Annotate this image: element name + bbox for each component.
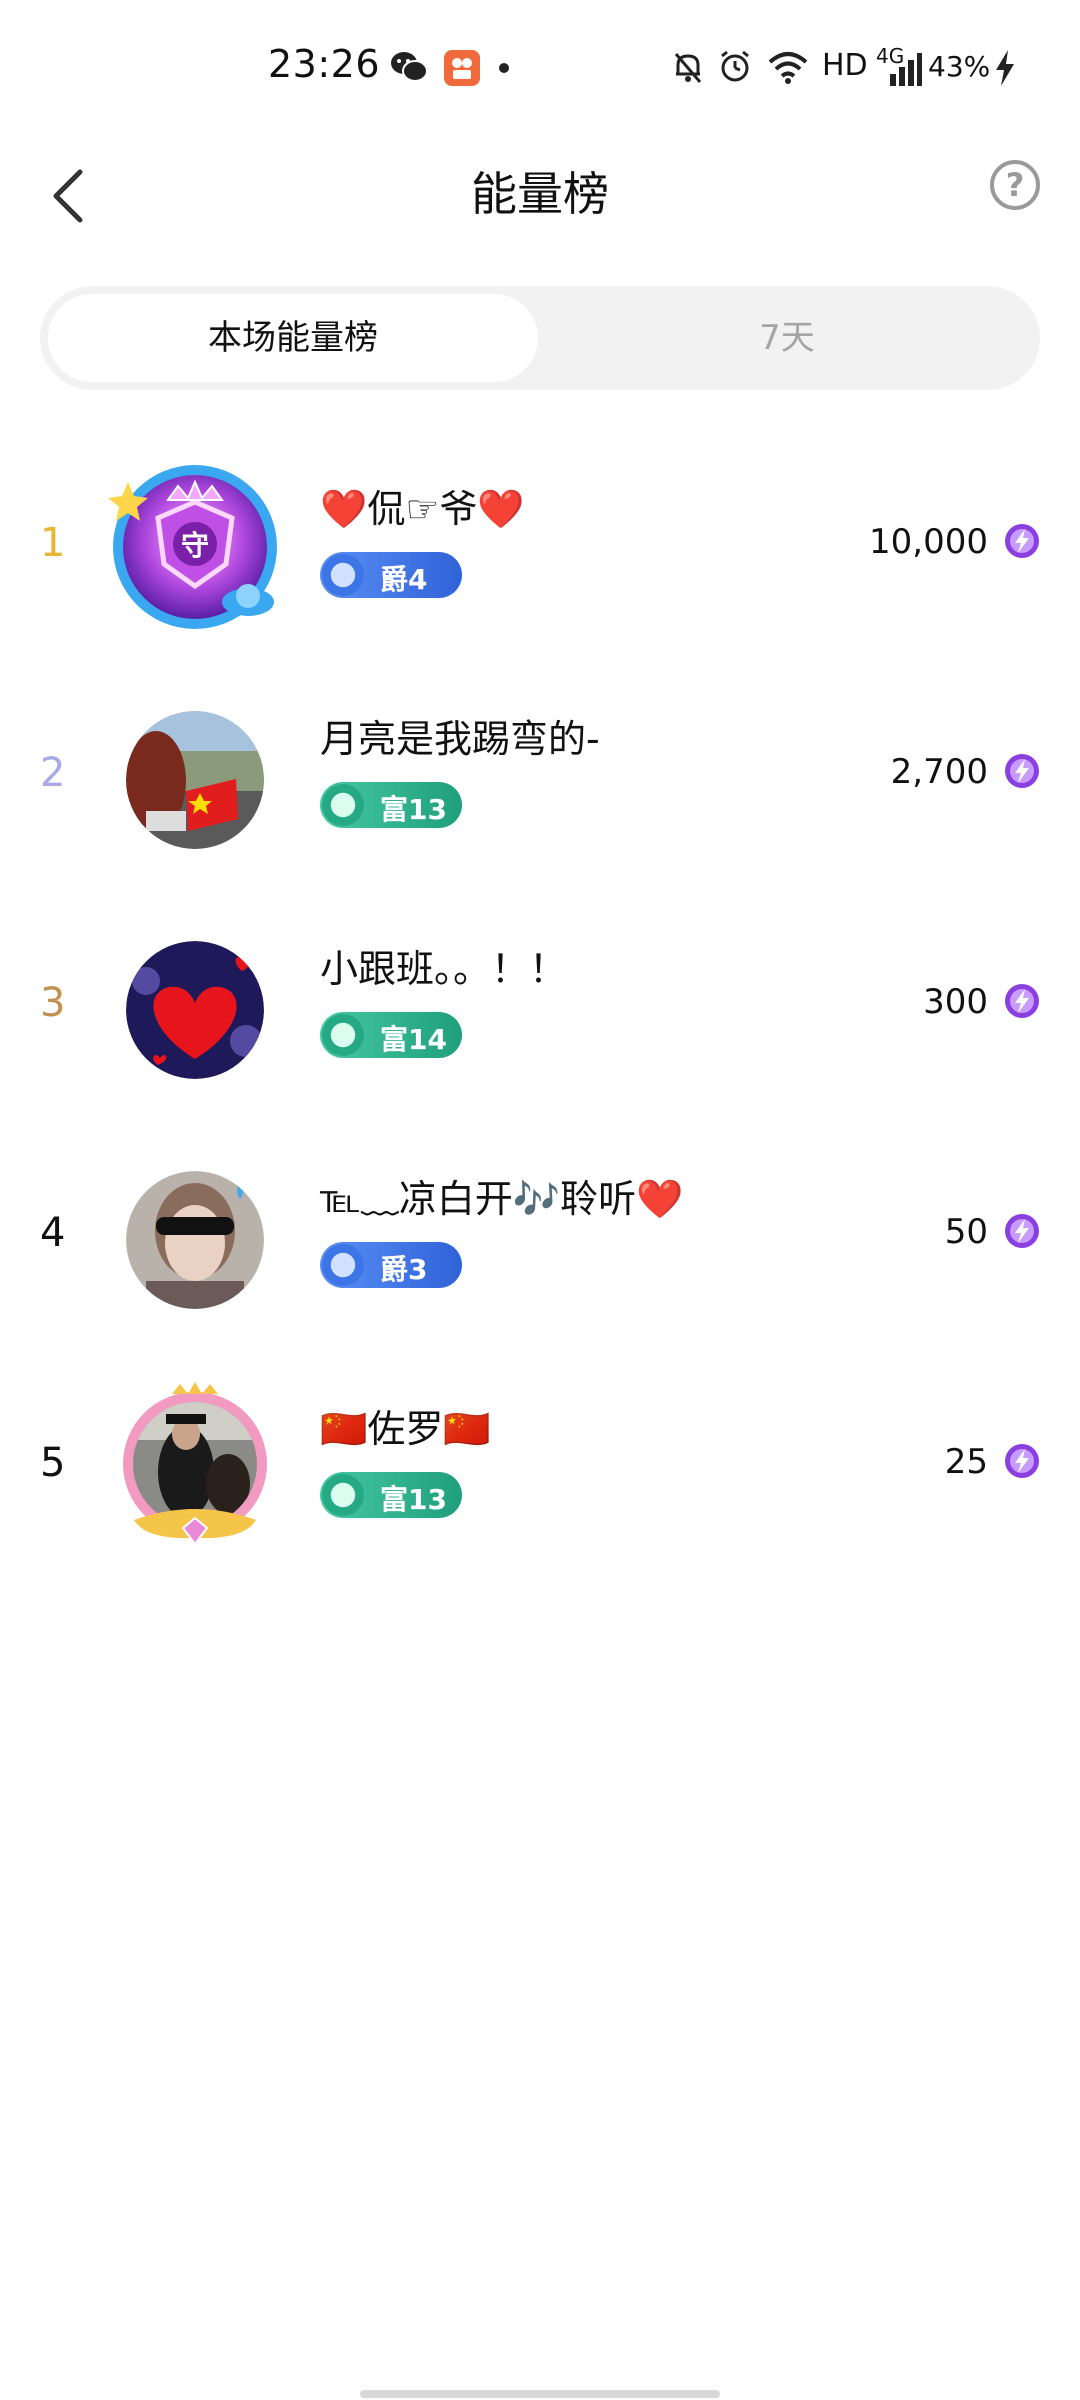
energy-score: 50: [944, 1212, 988, 1252]
app-notification-icon: [444, 50, 480, 86]
avatar[interactable]: [120, 935, 270, 1085]
tab-current-session[interactable]: 本场能量榜: [48, 294, 538, 382]
avatar[interactable]: [114, 1380, 276, 1552]
home-indicator[interactable]: [360, 2390, 720, 2398]
energy-score: 25: [944, 1442, 988, 1482]
energy-bolt-icon: [1005, 1444, 1039, 1478]
user-name: 小跟班。。！！: [320, 947, 568, 991]
network-label: HD: [822, 48, 868, 83]
energy-score: 300: [923, 982, 988, 1022]
ranking-row[interactable]: 5 🇨🇳佐罗🇨🇳 富13 25: [0, 1350, 1080, 1580]
signal-bars-icon: [890, 53, 922, 86]
badge-label: 爵3: [380, 1253, 428, 1286]
alarm-icon: [721, 50, 749, 82]
diamond-icon: [322, 554, 364, 596]
energy-score: 2,700: [890, 752, 988, 792]
user-photo-avatar: [126, 1171, 264, 1309]
header: 能量榜 ?: [0, 140, 1080, 250]
user-name: 月亮是我踢弯的-: [320, 717, 600, 761]
status-bar: 23:26 HD 4G 43%: [0, 0, 1080, 140]
charging-icon: [996, 50, 1014, 86]
rank-number: 1: [40, 520, 66, 566]
energy-bolt-icon: [1005, 1214, 1039, 1248]
winged-frame-avatar: [123, 1382, 267, 1546]
heart-image-avatar: [126, 941, 264, 1079]
svg-text:守: 守: [181, 529, 209, 562]
user-name: ❤️侃☞爷❤️: [320, 487, 525, 531]
energy-bolt-icon: [1005, 984, 1039, 1018]
energy-ranking-page: 23:26 HD 4G 43% 能量榜 ? 本场能量榜 7天 1 守 ❤️侃☞爷…: [0, 0, 1080, 2400]
page-title: 能量榜: [471, 167, 609, 221]
rank-number: 2: [40, 750, 66, 796]
status-time: 23:26: [268, 42, 381, 86]
rank-number: 3: [40, 980, 66, 1026]
avatar[interactable]: [120, 1165, 270, 1315]
rank-number: 5: [40, 1440, 66, 1486]
avatar[interactable]: 守: [108, 460, 282, 634]
wealth-badge: 富14: [320, 1012, 462, 1058]
badge-label: 富13: [380, 793, 447, 826]
ranking-row[interactable]: 2 月亮是我踢弯的- 富13 2,700: [0, 660, 1080, 890]
ranking-row[interactable]: 3 小跟班。。！！ 富14 300: [0, 890, 1080, 1120]
wifi-icon: [768, 52, 808, 84]
gem-icon: [322, 784, 364, 826]
battery-percent: 43%: [928, 50, 991, 83]
badge-label: 爵4: [380, 563, 428, 596]
noble-badge: 爵3: [320, 1242, 462, 1288]
avatar[interactable]: [120, 705, 270, 855]
wealth-badge: 富13: [320, 1472, 462, 1518]
ranking-row[interactable]: 1 守 ❤️侃☞爷❤️ 爵4 10,000: [0, 430, 1080, 660]
gem-icon: [322, 1474, 364, 1516]
energy-score: 10,000: [869, 522, 988, 562]
diamond-icon: [322, 1244, 364, 1286]
rank-number: 4: [40, 1210, 66, 1256]
tab-7-days[interactable]: 7天: [542, 294, 1032, 382]
mute-bell-icon: [674, 53, 702, 83]
energy-bolt-icon: [1005, 524, 1039, 558]
dot-icon: [499, 63, 509, 73]
gem-icon: [322, 1014, 364, 1056]
wechat-icon: [391, 52, 428, 82]
badge-label: 富13: [380, 1483, 447, 1516]
ranking-row[interactable]: 4 ℡﹏凉白开🎶聆听❤️ 爵3 50: [0, 1120, 1080, 1350]
ranking-tabs: 本场能量榜 7天: [40, 286, 1040, 390]
energy-bolt-icon: [1005, 754, 1039, 788]
user-photo-avatar: [126, 711, 264, 849]
guardian-frame-avatar: 守: [108, 465, 277, 629]
help-circle-icon: ?: [1005, 166, 1025, 204]
wealth-badge: 富13: [320, 782, 462, 828]
user-name: 🇨🇳佐罗🇨🇳: [320, 1407, 491, 1451]
badge-label: 富14: [380, 1023, 447, 1056]
help-button[interactable]: ?: [990, 160, 1040, 210]
user-name: ℡﹏凉白开🎶聆听❤️: [320, 1177, 684, 1221]
noble-badge: 爵4: [320, 552, 462, 598]
